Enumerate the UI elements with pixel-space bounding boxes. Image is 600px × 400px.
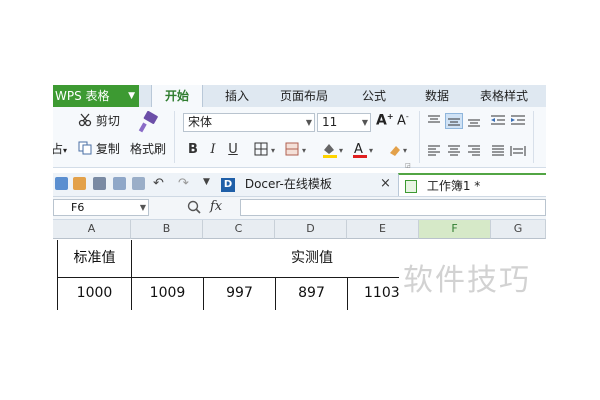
- svg-text:A: A: [354, 142, 363, 157]
- tab-insert[interactable]: 插入: [225, 85, 249, 107]
- chevron-down-icon[interactable]: ▼: [203, 177, 210, 187]
- name-box[interactable]: F6 ▼: [53, 199, 149, 216]
- copy-icon: [78, 141, 92, 158]
- app-menu-label: WPS 表格: [55, 89, 110, 103]
- chevron-down-icon: ▼: [361, 118, 368, 127]
- grow-font-icon[interactable]: A+: [376, 112, 394, 129]
- table-cell[interactable]: 1103: [348, 278, 399, 310]
- table-cell[interactable]: 1000: [58, 278, 131, 310]
- app-menu-button[interactable]: WPS 表格 ▼: [53, 85, 139, 107]
- formula-bar: F6 ▼ fx: [53, 197, 546, 220]
- svg-text:▾: ▾: [302, 146, 306, 155]
- ribbon-divider: [174, 111, 175, 163]
- print-icon[interactable]: [93, 177, 106, 190]
- font-name-select[interactable]: 宋体 ▼: [183, 113, 315, 132]
- tab-page-layout[interactable]: 页面布局: [280, 85, 328, 107]
- spreadsheet-file-icon: [405, 180, 417, 193]
- copy-button[interactable]: 复制: [78, 140, 120, 158]
- tab-formulas[interactable]: 公式: [362, 85, 386, 107]
- dialog-launcher-icon[interactable]: ◲: [405, 162, 411, 169]
- tab-workbook[interactable]: 工作簿1 *: [398, 173, 546, 196]
- column-header-e[interactable]: E: [347, 220, 419, 239]
- ribbon-divider: [419, 111, 420, 163]
- docer-tab-label: Docer-在线模板: [244, 177, 332, 191]
- scissors-icon: [78, 113, 92, 130]
- font-size-value: 11: [322, 115, 338, 129]
- chevron-down-icon: ▼: [139, 203, 146, 212]
- cut-label: 剪切: [95, 114, 120, 128]
- paste-label: 占: [53, 142, 64, 156]
- close-icon[interactable]: ×: [380, 176, 391, 191]
- chevron-down-icon: ▼: [305, 118, 312, 127]
- format-painter-icon[interactable]: [136, 110, 162, 138]
- table-cell[interactable]: 997: [204, 278, 275, 310]
- tab-home[interactable]: 开始: [151, 85, 203, 107]
- workbook-tab-label: 工作簿1 *: [426, 179, 481, 193]
- bold-icon[interactable]: B: [184, 141, 202, 159]
- column-header-g[interactable]: G: [491, 220, 546, 239]
- formula-input[interactable]: [240, 199, 546, 216]
- header-standard-cell[interactable]: 标准值: [58, 240, 131, 277]
- decrease-indent-icon[interactable]: [489, 113, 507, 129]
- svg-text:▾: ▾: [369, 146, 373, 155]
- column-header-f[interactable]: F: [419, 220, 491, 239]
- increase-indent-icon[interactable]: [509, 113, 527, 129]
- tab-docer-templates[interactable]: D Docer-在线模板: [221, 173, 395, 196]
- save-icon[interactable]: [55, 177, 68, 190]
- column-header-b[interactable]: B: [131, 220, 203, 239]
- svg-text:▾: ▾: [271, 146, 275, 155]
- column-header-c[interactable]: C: [203, 220, 275, 239]
- align-bottom-icon[interactable]: [465, 113, 483, 129]
- ribbon: 剪切 占▾ 复制 格式刷 宋体 ▼ 11 ▼ A+ A- B I U ▾ ▾ ▾…: [53, 107, 546, 169]
- underline-icon[interactable]: U: [224, 141, 242, 159]
- menu-bar: WPS 表格 ▼ 开始 插入 页面布局 公式 数据 表格样式: [53, 85, 546, 108]
- align-left-icon[interactable]: [425, 143, 443, 159]
- italic-icon[interactable]: I: [204, 141, 222, 159]
- table-cell[interactable]: 1009: [132, 278, 203, 310]
- font-name-value: 宋体: [188, 115, 213, 129]
- docer-logo-icon: D: [221, 177, 235, 192]
- insert-function-button[interactable]: fx: [210, 199, 222, 214]
- print-preview-icon[interactable]: [113, 177, 126, 190]
- copy-label: 复制: [95, 142, 120, 156]
- quick-access-toolbar: ↶ ↷ ▼ D Docer-在线模板 × 工作簿1 *: [53, 173, 546, 197]
- align-right-icon[interactable]: [465, 143, 483, 159]
- distributed-align-icon[interactable]: [509, 143, 527, 159]
- align-middle-icon[interactable]: [445, 113, 463, 129]
- column-header-a[interactable]: A: [53, 220, 131, 239]
- font-size-select[interactable]: 11 ▼: [317, 113, 371, 132]
- paste-button[interactable]: 占▾: [53, 140, 67, 157]
- table-cell[interactable]: 897: [276, 278, 347, 310]
- chevron-down-icon: ▾: [63, 146, 68, 155]
- redo-icon[interactable]: ↷: [178, 176, 189, 191]
- font-color-icon[interactable]: A ▾: [350, 141, 378, 159]
- align-top-icon[interactable]: [425, 113, 443, 129]
- chevron-down-icon: ▼: [128, 91, 135, 101]
- svg-text:▾: ▾: [339, 146, 343, 155]
- export-pdf-icon[interactable]: [73, 177, 86, 190]
- zoom-magnifier-icon[interactable]: [186, 199, 202, 219]
- watermark-text: 软件技巧: [403, 263, 531, 298]
- svg-text:▾: ▾: [403, 146, 407, 155]
- cell-pattern-icon[interactable]: ▾: [283, 141, 313, 159]
- undo-icon[interactable]: ↶: [153, 176, 164, 191]
- column-header-d[interactable]: D: [275, 220, 347, 239]
- cut-button[interactable]: 剪切: [78, 112, 120, 130]
- tab-table-style[interactable]: 表格样式: [480, 85, 528, 107]
- tab-data[interactable]: 数据: [425, 85, 449, 107]
- format-painter-label[interactable]: 格式刷: [130, 140, 166, 157]
- fill-color-icon[interactable]: ▾: [320, 141, 348, 159]
- borders-icon[interactable]: ▾: [252, 141, 282, 159]
- align-center-icon[interactable]: [445, 143, 463, 159]
- cell-reference: F6: [71, 201, 85, 214]
- find-icon[interactable]: [132, 177, 145, 190]
- shrink-font-icon[interactable]: A-: [397, 112, 409, 128]
- ribbon-divider: [533, 111, 534, 163]
- clear-format-icon[interactable]: ▾: [386, 141, 414, 159]
- justify-icon[interactable]: [489, 143, 507, 159]
